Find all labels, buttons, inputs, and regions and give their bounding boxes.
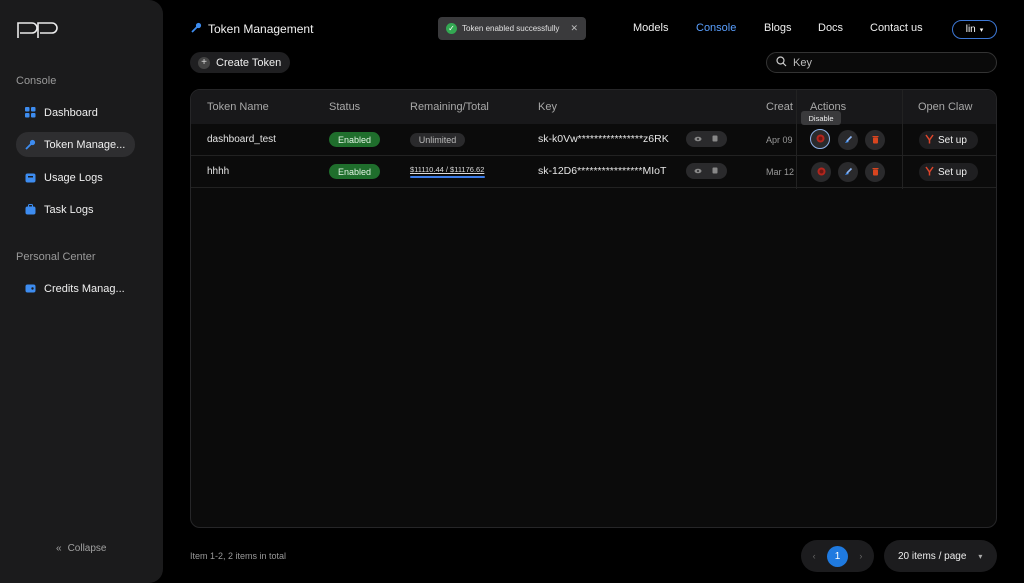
col-open-claw: Open Claw xyxy=(918,101,973,113)
trash-icon xyxy=(871,163,880,181)
token-key: sk-k0Vw****************z6RK xyxy=(538,133,669,145)
stop-icon xyxy=(816,130,825,148)
table-row: hhhh Enabled $11110.44 / $11176.62 sk-12… xyxy=(191,156,996,188)
create-token-label: Create Token xyxy=(216,56,282,69)
status-badge: Enabled xyxy=(329,132,380,147)
grid-icon xyxy=(25,107,36,118)
toast-message: Token enabled successfully xyxy=(462,24,560,33)
stop-icon xyxy=(817,163,826,181)
key-icon xyxy=(191,22,202,36)
setup-button[interactable]: Set up xyxy=(919,163,978,181)
created-date: Apr 09 xyxy=(766,135,793,145)
sidebar-item-task-logs[interactable]: Task Logs xyxy=(16,197,135,222)
rocket-icon xyxy=(844,131,853,149)
check-circle-icon: ✓ xyxy=(446,23,457,34)
token-name: dashboard_test xyxy=(207,134,276,145)
col-remaining-total: Remaining/Total xyxy=(410,101,489,113)
sidebar-item-dashboard[interactable]: Dashboard xyxy=(16,100,135,125)
brand-logo[interactable] xyxy=(16,20,60,40)
disable-button[interactable] xyxy=(811,162,831,182)
chevron-right-icon[interactable]: › xyxy=(859,551,862,561)
rocket-icon xyxy=(844,163,853,181)
setup-button[interactable]: Set up xyxy=(919,131,978,149)
col-key: Key xyxy=(538,101,557,113)
section-personal-center-title: Personal Center xyxy=(16,251,96,263)
key-actions xyxy=(686,131,727,147)
sidebar-item-token-management[interactable]: Token Manage... xyxy=(16,132,135,157)
col-created: Creat xyxy=(766,101,793,113)
key-icon xyxy=(25,139,36,150)
chevron-down-icon: ▾ xyxy=(978,551,983,561)
search-icon xyxy=(776,54,787,72)
token-table: Token Name Status Remaining/Total Key Cr… xyxy=(190,89,997,528)
sidebar-item-label: Dashboard xyxy=(44,106,98,119)
sidebar-item-label: Task Logs xyxy=(44,203,94,216)
page-size-select[interactable]: 20 items / page ▾ xyxy=(884,540,997,572)
copy-icon[interactable] xyxy=(711,167,719,175)
nav-models[interactable]: Models xyxy=(633,22,668,34)
status-badge: Enabled xyxy=(329,164,380,179)
col-token-name: Token Name xyxy=(207,101,269,113)
delete-button[interactable] xyxy=(865,130,885,150)
chevron-left-icon[interactable]: ‹ xyxy=(813,551,816,561)
pagination-summary: Item 1-2, 2 items in total xyxy=(190,551,287,561)
sidebar-item-label: Credits Manag... xyxy=(44,282,125,295)
create-token-button[interactable]: + Create Token xyxy=(190,52,290,73)
briefcase-icon xyxy=(25,204,36,215)
collapse-label: Collapse xyxy=(67,543,107,554)
nav-docs[interactable]: Docs xyxy=(818,22,843,34)
sidebar-item-usage-logs[interactable]: Usage Logs xyxy=(16,165,135,190)
double-chevron-left-icon: « xyxy=(56,543,62,554)
page-size-label: 20 items / page xyxy=(898,550,967,562)
box-icon xyxy=(25,172,36,183)
nav-contact-us[interactable]: Contact us xyxy=(870,22,923,34)
disable-button[interactable] xyxy=(810,129,830,149)
sidebar: Console Dashboard Token Manage... Usage … xyxy=(0,0,163,583)
token-key: sk-12D6****************MIoT xyxy=(538,165,667,177)
search-box[interactable] xyxy=(766,52,997,73)
disable-tooltip: Disable xyxy=(801,111,841,125)
user-menu-button[interactable]: lin ▾ xyxy=(952,20,997,39)
setup-label: Set up xyxy=(938,134,967,146)
success-toast: ✓ Token enabled successfully ✕ xyxy=(438,17,586,40)
sidebar-item-label: Usage Logs xyxy=(44,171,103,184)
table-header: Token Name Status Remaining/Total Key Cr… xyxy=(191,90,996,124)
wallet-icon xyxy=(25,283,36,294)
key-actions xyxy=(686,163,727,179)
nav-console[interactable]: Console xyxy=(696,22,736,34)
collapse-button[interactable]: « Collapse xyxy=(56,543,106,554)
quota-badge: Unlimited xyxy=(410,133,465,147)
pagination: ‹ 1 › xyxy=(801,540,874,572)
chevron-down-icon: ▾ xyxy=(979,26,984,34)
search-input[interactable] xyxy=(793,56,973,69)
token-name: hhhh xyxy=(207,166,230,177)
claw-icon xyxy=(925,134,934,147)
eye-icon[interactable] xyxy=(694,135,702,143)
delete-button[interactable] xyxy=(865,162,885,182)
copy-icon[interactable] xyxy=(711,135,719,143)
quota-text: $11110.44 / $11176.62 xyxy=(410,165,485,174)
quota-progress-bar xyxy=(410,176,485,178)
page-title: Token Management xyxy=(191,22,313,36)
edit-button[interactable] xyxy=(838,130,858,150)
edit-button[interactable] xyxy=(838,162,858,182)
sidebar-item-credits-management[interactable]: Credits Manag... xyxy=(16,276,135,301)
close-icon[interactable]: ✕ xyxy=(570,23,578,34)
setup-label: Set up xyxy=(938,166,967,178)
section-console-title: Console xyxy=(16,75,57,87)
claw-icon xyxy=(925,166,934,179)
user-name: lin xyxy=(965,24,976,35)
page-button-current[interactable]: 1 xyxy=(826,545,848,567)
sidebar-item-label: Token Manage... xyxy=(44,138,126,151)
col-status: Status xyxy=(329,101,361,113)
page-title-text: Token Management xyxy=(208,22,314,36)
table-row: dashboard_test Enabled Unlimited sk-k0Vw… xyxy=(191,124,996,156)
nav-blogs[interactable]: Blogs xyxy=(764,22,792,34)
eye-icon[interactable] xyxy=(694,167,702,175)
plus-icon: + xyxy=(198,56,210,69)
trash-icon xyxy=(871,131,880,149)
created-date: Mar 12 xyxy=(766,167,795,177)
